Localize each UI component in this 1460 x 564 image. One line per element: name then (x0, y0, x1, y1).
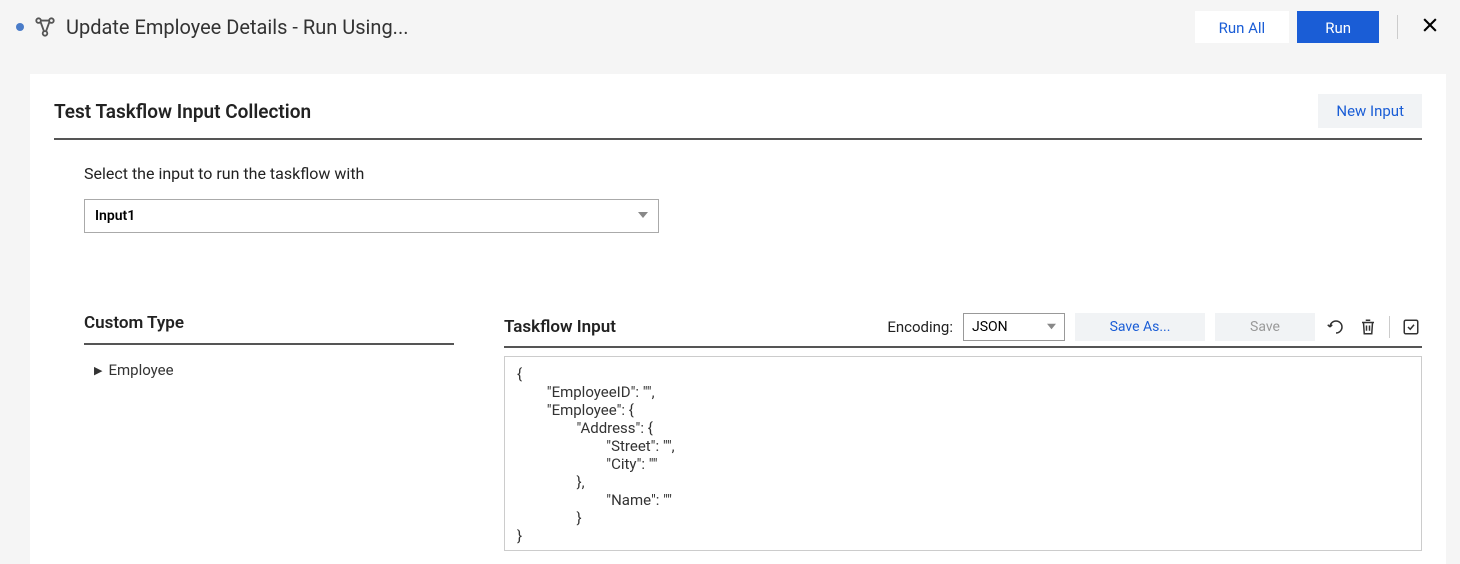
selected-input-value: Input1 (95, 208, 135, 224)
caret-right-icon: ▶ (94, 364, 102, 377)
validate-icon[interactable] (1400, 316, 1422, 338)
code-line: { (517, 365, 1409, 383)
code-line: } (517, 509, 1409, 527)
code-line: "Address": { (517, 419, 1409, 437)
chevron-down-icon (1047, 319, 1056, 335)
content-panel: Test Taskflow Input Collection New Input… (30, 74, 1446, 564)
code-line: } (517, 527, 1409, 545)
code-line: "Street": "", (517, 437, 1409, 455)
input-select-dropdown[interactable]: Input1 (84, 199, 659, 233)
run-all-button[interactable]: Run All (1195, 11, 1290, 43)
input-controls: Encoding: JSON Save As... Save (887, 313, 1422, 341)
panel-header: Test Taskflow Input Collection New Input (54, 94, 1422, 140)
taskflow-input-column: Taskflow Input Encoding: JSON Save As...… (504, 313, 1422, 551)
custom-type-column: Custom Type ▶ Employee (84, 313, 454, 551)
divider (1389, 316, 1390, 338)
header-right: Run All Run (1195, 11, 1444, 43)
chevron-down-icon (638, 208, 648, 224)
undo-icon[interactable] (1325, 316, 1347, 338)
input-select-section: Select the input to run the taskflow wit… (84, 164, 1422, 233)
taskflow-input-header: Taskflow Input Encoding: JSON Save As...… (504, 313, 1422, 348)
divider (1397, 15, 1398, 39)
custom-type-title: Custom Type (84, 313, 454, 345)
header-left: Update Employee Details - Run Using... (16, 15, 409, 39)
encoding-label: Encoding: (887, 318, 953, 336)
tree-item-label: Employee (108, 361, 173, 379)
encoding-value: JSON (972, 319, 1008, 335)
header-bar: Update Employee Details - Run Using... R… (0, 0, 1460, 54)
run-button[interactable]: Run (1297, 11, 1379, 43)
code-line: }, (517, 473, 1409, 491)
taskflow-icon (34, 16, 56, 38)
taskflow-input-textarea[interactable]: { "EmployeeID": "", "Employee": { "Addre… (504, 356, 1422, 551)
page-title: Update Employee Details - Run Using... (66, 15, 409, 39)
code-line: "City": "" (517, 455, 1409, 473)
save-button: Save (1215, 313, 1315, 341)
new-input-button[interactable]: New Input (1318, 94, 1422, 128)
tree-item-employee[interactable]: ▶ Employee (84, 357, 454, 383)
trash-icon[interactable] (1357, 316, 1379, 338)
taskflow-input-title: Taskflow Input (504, 317, 616, 337)
save-as-button[interactable]: Save As... (1075, 313, 1205, 341)
select-input-label: Select the input to run the taskflow wit… (84, 164, 1422, 183)
two-column-area: Custom Type ▶ Employee Taskflow Input En… (84, 313, 1422, 551)
code-line: "Name": "" (517, 491, 1409, 509)
unsaved-dot-indicator (16, 23, 24, 31)
close-icon[interactable] (1416, 11, 1444, 43)
code-line: "Employee": { (517, 401, 1409, 419)
encoding-dropdown[interactable]: JSON (963, 313, 1065, 341)
code-line: "EmployeeID": "", (517, 383, 1409, 401)
panel-title: Test Taskflow Input Collection (54, 100, 311, 123)
